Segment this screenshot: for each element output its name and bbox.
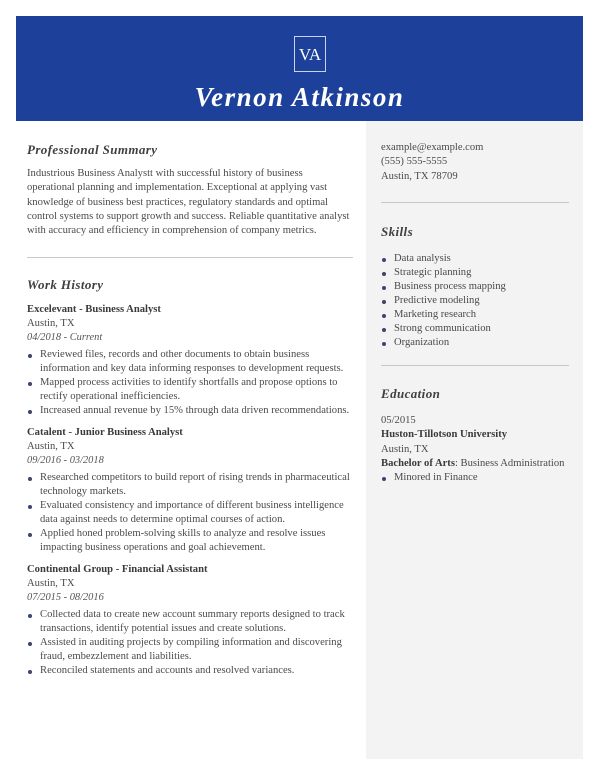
education-date: 05/2015: [381, 415, 416, 426]
job-title: Catalent - Junior Business Analyst: [27, 427, 183, 439]
job-dates: 09/2016 - 03/2018: [27, 455, 104, 467]
sidebar: example@example.com (555) 555-5555 Austi…: [366, 121, 583, 759]
job-bullet: Researched competitors to build report o…: [27, 471, 353, 499]
summary-section: Professional Summary Industrious Busines…: [27, 142, 353, 238]
job-dates: 07/2015 - 08/2016: [27, 592, 104, 604]
skill-item: Organization: [381, 336, 569, 350]
job-title: Continental Group - Financial Assistant: [27, 564, 208, 576]
job-title: Excelevant - Business Analyst: [27, 304, 161, 316]
skill-item: Data analysis: [381, 252, 569, 266]
section-title-summary: Professional Summary: [27, 142, 158, 157]
work-history-section: Work History Excelevant - Business Analy…: [27, 277, 353, 678]
divider: [381, 202, 569, 203]
contact-email[interactable]: example@example.com: [381, 141, 569, 155]
contact-phone: (555) 555-5555: [381, 156, 448, 168]
contact-address: Austin, TX 78709: [381, 170, 458, 182]
job-entry: Excelevant - Business Analyst Austin, TX…: [27, 303, 353, 418]
skill-item: Strong communication: [381, 322, 569, 336]
resume-header: VA Vernon Atkinson: [16, 16, 583, 121]
education-bullets: Minored in Finance: [381, 471, 569, 485]
job-bullets: Reviewed files, records and other docume…: [27, 348, 353, 418]
job-location: Austin, TX: [27, 441, 75, 453]
job-location: Austin, TX: [27, 578, 75, 590]
monogram-text: VA: [298, 45, 322, 64]
job-entry: Catalent - Junior Business Analyst Austi…: [27, 426, 353, 555]
section-title-work-history: Work History: [27, 277, 104, 293]
skill-item: Marketing research: [381, 308, 569, 322]
skill-item: Strategic planning: [381, 266, 569, 280]
summary-text: Industrious Business Analystt with succe…: [27, 168, 350, 237]
divider: [27, 257, 353, 259]
job-bullet: Increased annual revenue by 15% through …: [27, 404, 353, 418]
skills-section: Skills Data analysis Strategic planning …: [381, 224, 569, 350]
job-bullet: Assisted in auditing projects by compili…: [27, 636, 353, 664]
job-bullet: Evaluated consistency and importance of …: [27, 499, 353, 527]
contact-section: example@example.com (555) 555-5555 Austi…: [381, 141, 569, 184]
job-dates: 04/2018 - Current: [27, 332, 103, 344]
main-column: Professional Summary Industrious Busines…: [27, 121, 353, 678]
skills-list: Data analysis Strategic planning Busines…: [381, 252, 569, 350]
divider: [381, 365, 569, 366]
education-bullet: Minored in Finance: [381, 471, 569, 485]
education-school: Huston-Tillotson University: [381, 429, 508, 441]
job-location: Austin, TX: [27, 318, 75, 330]
section-title-education: Education: [381, 386, 441, 401]
skill-item: Business process mapping: [381, 280, 569, 294]
job-bullet: Applied honed problem-solving skills to …: [27, 527, 353, 555]
job-bullets: Researched competitors to build report o…: [27, 471, 353, 555]
education-location: Austin, TX: [381, 443, 429, 455]
job-bullet: Reviewed files, records and other docume…: [27, 348, 353, 376]
education-degree: Bachelor of Arts: [381, 457, 455, 469]
monogram-badge: VA: [294, 36, 326, 72]
education-field: : Business Administration: [454, 457, 565, 469]
education-section: Education 05/2015 Huston-Tillotson Unive…: [381, 386, 569, 485]
job-bullets: Collected data to create new account sum…: [27, 608, 353, 678]
job-bullet: Reconciled statements and accounts and r…: [27, 664, 353, 678]
job-entry: Continental Group - Financial Assistant …: [27, 563, 353, 678]
job-bullet: Mapped process activities to identify sh…: [27, 376, 353, 404]
education-degree-line: Bachelor of Arts: Business Administratio…: [381, 457, 569, 471]
job-bullet: Collected data to create new account sum…: [27, 608, 353, 636]
candidate-name: Vernon Atkinson: [194, 82, 405, 112]
section-title-skills: Skills: [381, 224, 414, 239]
skill-item: Predictive modeling: [381, 294, 569, 308]
